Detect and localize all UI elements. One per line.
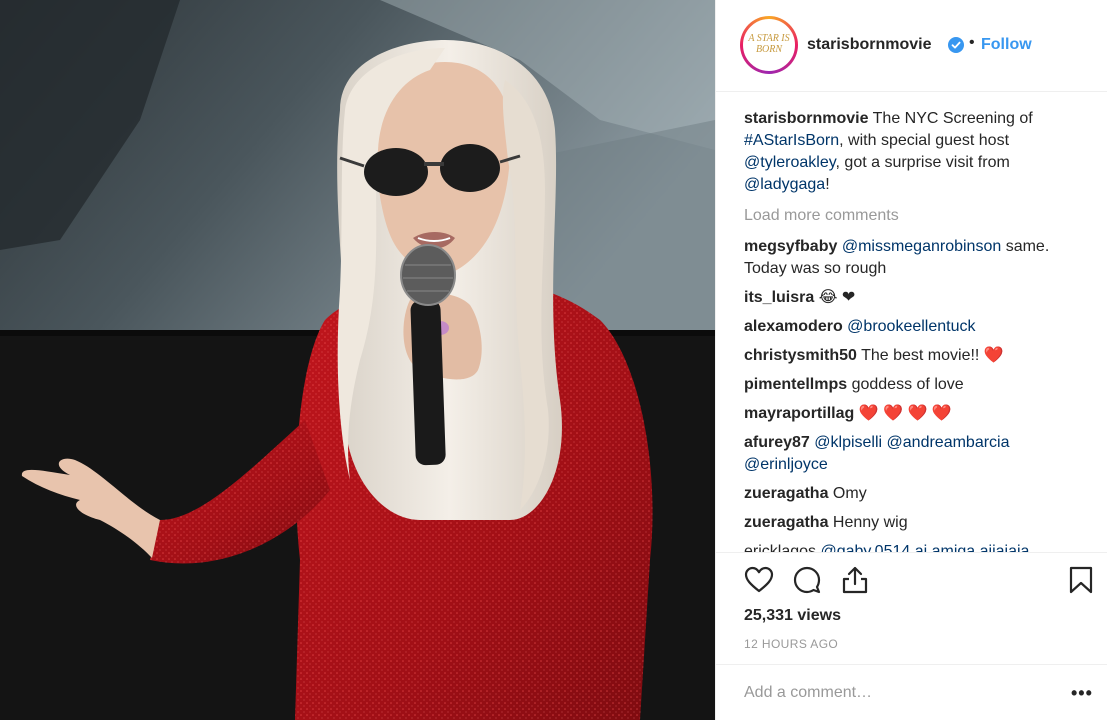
heart-icon[interactable]: [744, 565, 774, 595]
load-more-comments-button[interactable]: Load more comments: [744, 204, 1080, 228]
header-separator: •: [969, 34, 975, 51]
post-username[interactable]: starisbornmovie: [807, 36, 931, 54]
caption-text: !: [825, 176, 830, 193]
comment-text: Henny wig: [828, 514, 908, 531]
comment-item: pimentellmps goddess of love: [744, 374, 1080, 396]
comment-item: megsyfbaby @missmeganrobinson same. Toda…: [744, 236, 1080, 280]
more-options-icon[interactable]: •••: [1071, 683, 1093, 704]
comments-list[interactable]: starisbornmovie The NYC Screening of #AS…: [716, 92, 1107, 552]
caption-mention[interactable]: @tyleroakley: [744, 154, 836, 171]
comment-item: christysmith50 The best movie!! ❤️: [744, 345, 1080, 367]
caption-username[interactable]: starisbornmovie: [744, 110, 868, 127]
comment-icon[interactable]: [792, 565, 822, 595]
comment-item: its_luisra 😂 ❤: [744, 287, 1080, 309]
heart-emoji: ❤️ ❤️ ❤️ ❤️: [858, 405, 952, 422]
comment-username[interactable]: zueragatha: [744, 485, 828, 502]
post-header: A STAR IS BORN starisbornmovie • Follow: [716, 0, 1107, 92]
comment-item: zueragatha Henny wig: [744, 512, 1080, 534]
caption-text: , got a surprise visit from: [835, 154, 1010, 171]
comment-username[interactable]: megsyfbaby: [744, 238, 837, 255]
comment-username[interactable]: mayraportillag: [744, 405, 854, 422]
comment-username[interactable]: afurey87: [744, 434, 810, 451]
comment-username[interactable]: christysmith50: [744, 347, 857, 364]
post-actions: 25,331 views 12 HOURS AGO: [716, 552, 1107, 664]
post-caption: starisbornmovie The NYC Screening of #AS…: [744, 108, 1080, 196]
comment-text: goddess of love: [847, 376, 964, 393]
comment-username[interactable]: pimentellmps: [744, 376, 847, 393]
comment-item: zueragatha Omy: [744, 483, 1080, 505]
post-sidebar: A STAR IS BORN starisbornmovie • Follow …: [715, 0, 1107, 720]
caption-hashtag[interactable]: #AStarIsBorn: [744, 132, 839, 149]
comment-username[interactable]: alexamodero: [744, 318, 843, 335]
comment-text: 😂 ❤: [814, 289, 856, 306]
comment-item: mayraportillag ❤️ ❤️ ❤️ ❤️: [744, 403, 1080, 425]
comment-mention[interactable]: @brookeellentuck: [847, 318, 975, 335]
post-video[interactable]: [0, 0, 715, 720]
verified-badge-icon: [948, 37, 964, 53]
comment-username[interactable]: ericklagos: [744, 543, 816, 552]
bookmark-icon[interactable]: [1066, 565, 1096, 595]
comment-text: Omy: [828, 485, 867, 502]
avatar-image: A STAR IS BORN: [743, 19, 795, 71]
comment-text: @gaby.0514 ai amiga aiiaiaia: [816, 543, 1030, 552]
view-count[interactable]: 25,331 views: [744, 607, 841, 625]
comment-item: afurey87 @klpiselli @andreambarcia @erin…: [744, 432, 1080, 476]
video-frame: [0, 0, 715, 720]
follow-button[interactable]: Follow: [981, 36, 1032, 54]
comment-mention[interactable]: @missmeganrobinson: [842, 238, 1001, 255]
comment-username[interactable]: zueragatha: [744, 514, 828, 531]
caption-mention[interactable]: @ladygaga: [744, 176, 825, 193]
avatar-logo-text: A STAR IS BORN: [748, 33, 790, 55]
caption-text: , with special guest host: [839, 132, 1010, 149]
post-timestamp[interactable]: 12 HOURS AGO: [744, 637, 838, 651]
comment-item: ericklagos @gaby.0514 ai amiga aiiaiaia: [744, 541, 1080, 552]
share-icon[interactable]: [840, 565, 870, 595]
comment-item: alexamodero @brookeellentuck: [744, 316, 1080, 338]
comment-username[interactable]: its_luisra: [744, 289, 814, 306]
profile-avatar[interactable]: A STAR IS BORN: [740, 16, 798, 74]
comment-text: The best movie!!: [856, 347, 984, 364]
caption-text: The NYC Screening of: [868, 110, 1033, 127]
add-comment-input[interactable]: [744, 681, 1044, 705]
heart-emoji: ❤️: [983, 347, 1004, 364]
add-comment-bar: •••: [716, 664, 1107, 720]
